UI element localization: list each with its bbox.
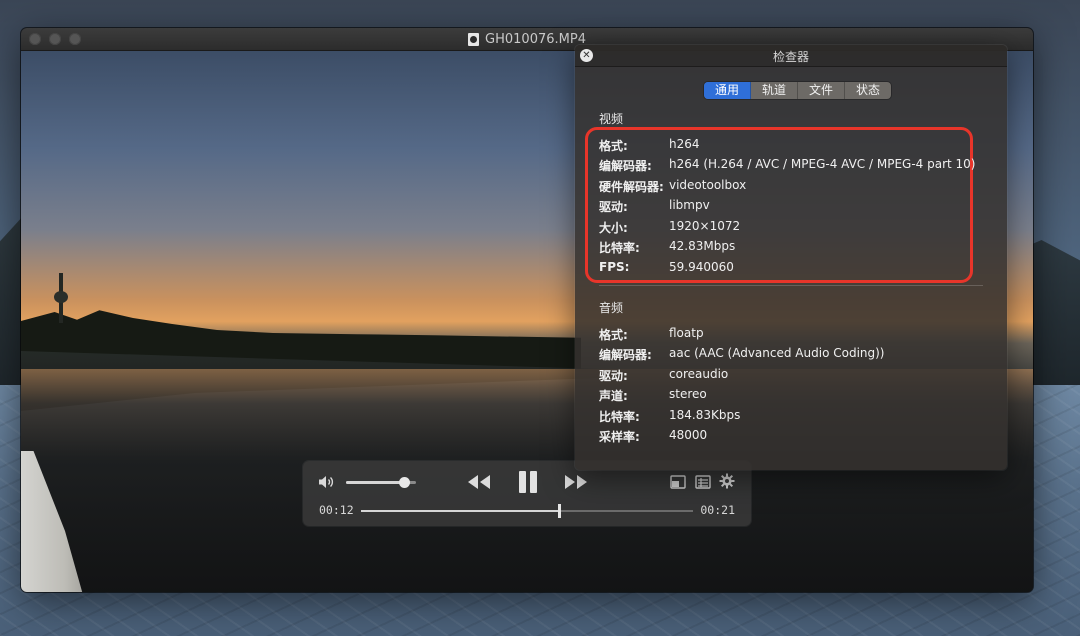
settings-button[interactable] (719, 473, 735, 489)
video-driver-value: libmpv (669, 198, 710, 212)
gear-icon (719, 473, 735, 489)
pause-button[interactable] (516, 470, 540, 494)
fast-forward-icon (565, 475, 587, 489)
picture-in-picture-icon (670, 475, 686, 489)
video-section-title: 视频 (599, 112, 624, 126)
video-format-value: h264 (669, 137, 700, 151)
fast-forward-button[interactable] (562, 472, 590, 492)
tab-general[interactable]: 通用 (704, 82, 752, 99)
tab-file[interactable]: 文件 (798, 82, 846, 99)
audio-bitrate-label: 比特率: (599, 410, 640, 424)
audio-codec-value: aac (AAC (Advanced Audio Coding)) (669, 346, 885, 360)
close-window-button[interactable] (29, 33, 41, 45)
volume-icon[interactable] (317, 473, 335, 491)
video-bitrate-value: 42.83Mbps (669, 239, 736, 253)
window-controls (29, 33, 81, 45)
seek-fill (361, 510, 559, 512)
video-codec-row: 编解码器: h264 (H.264 / AVC / MPEG-4 AVC / M… (599, 157, 976, 174)
rewind-button[interactable] (465, 472, 493, 492)
audio-driver-value: coreaudio (669, 367, 729, 381)
audio-format-label: 格式: (599, 328, 628, 342)
volume-fill (346, 481, 405, 484)
video-hwdec-row: 硬件解码器: videotoolbox (599, 178, 746, 195)
video-hwdec-label: 硬件解码器: (599, 180, 664, 194)
volume-knob[interactable] (399, 477, 411, 488)
audio-section-title: 音频 (599, 301, 624, 315)
video-file-icon (468, 32, 480, 46)
inspector-title: 检查器 (772, 50, 809, 64)
audio-channels-row: 声道: stereo (599, 387, 707, 404)
audio-format-value: floatp (669, 326, 704, 340)
audio-channels-label: 声道: (599, 389, 628, 403)
audio-bitrate-value: 184.83Kbps (669, 408, 741, 422)
audio-driver-label: 驱动: (599, 369, 628, 383)
video-codec-label: 编解码器: (599, 159, 652, 173)
audio-codec-label: 编解码器: (599, 348, 652, 362)
current-time: 00:12 (319, 503, 354, 517)
audio-codec-row: 编解码器: aac (AAC (Advanced Audio Coding)) (599, 346, 884, 363)
video-format-label: 格式: (599, 139, 628, 153)
rewind-icon (468, 475, 490, 489)
video-size-row: 大小: 1920×1072 (599, 219, 740, 236)
video-fps-value: 59.940060 (669, 260, 734, 274)
inspector-panel: ✕ 检查器 通用 轨道 文件 状态 视频 格式: h264 编解码器: h264… (575, 45, 1007, 470)
inspector-tabs: 通用 轨道 文件 状态 (704, 82, 892, 99)
audio-channels-value: stereo (669, 387, 707, 401)
video-tower (54, 273, 68, 323)
audio-bitrate-row: 比特率: 184.83Kbps (599, 408, 740, 425)
seek-bar[interactable] (361, 504, 693, 518)
seek-knob[interactable] (557, 504, 561, 518)
inspector-titlebar[interactable]: ✕ 检查器 (575, 45, 1007, 67)
zoom-window-button[interactable] (69, 33, 81, 45)
total-time: 00:21 (700, 503, 735, 517)
video-fps-row: FPS: 59.940060 (599, 260, 734, 274)
audio-format-row: 格式: floatp (599, 326, 704, 343)
picture-in-picture-button[interactable] (670, 474, 686, 489)
pause-icon (519, 471, 537, 493)
playlist-button[interactable] (695, 474, 711, 489)
window-title-group: GH010076.MP4 (468, 32, 586, 47)
audio-driver-row: 驱动: coreaudio (599, 367, 728, 384)
audio-samplerate-label: 采样率: (599, 430, 640, 444)
video-fps-label: FPS: (599, 260, 630, 274)
window-title: GH010076.MP4 (485, 31, 586, 47)
video-format-row: 格式: h264 (599, 137, 700, 154)
video-size-label: 大小: (599, 221, 628, 235)
audio-samplerate-row: 采样率: 48000 (599, 428, 707, 445)
video-size-value: 1920×1072 (669, 219, 741, 233)
video-codec-value: h264 (H.264 / AVC / MPEG-4 AVC / MPEG-4 … (669, 157, 976, 171)
video-bitrate-label: 比特率: (599, 241, 640, 255)
tab-status[interactable]: 状态 (845, 82, 891, 99)
playlist-icon (695, 475, 711, 489)
tab-tracks[interactable]: 轨道 (751, 82, 799, 99)
minimize-window-button[interactable] (49, 33, 61, 45)
audio-samplerate-value: 48000 (669, 428, 708, 442)
video-bitrate-row: 比特率: 42.83Mbps (599, 239, 735, 256)
video-driver-row: 驱动: libmpv (599, 198, 710, 215)
section-divider (599, 285, 983, 286)
video-hwdec-value: videotoolbox (669, 178, 747, 192)
playback-controller: 00:12 00:21 (303, 461, 751, 526)
volume-slider[interactable] (346, 477, 416, 488)
video-driver-label: 驱动: (599, 200, 628, 214)
